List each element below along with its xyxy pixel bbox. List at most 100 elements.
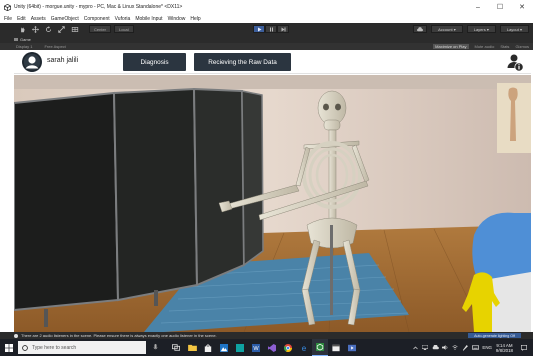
move-tool-button[interactable]	[31, 25, 40, 33]
display-dropdown[interactable]: Display 1	[16, 44, 32, 49]
move-icon	[32, 25, 39, 33]
taskbar-app-chrome[interactable]	[280, 339, 296, 356]
mute-audio-toggle[interactable]: Mute audio	[475, 44, 495, 49]
stats-toggle[interactable]: Stats	[500, 44, 509, 49]
tray-onedrive[interactable]	[430, 339, 440, 356]
layers-dropdown[interactable]: Layers ▾	[466, 25, 496, 33]
svg-text:e: e	[302, 344, 307, 352]
window-title-bar: Unity (64bit) - morgue.unity - mypro - P…	[0, 0, 533, 14]
pause-button[interactable]	[265, 25, 277, 33]
status-message: There are 2 audio listeners in the scene…	[21, 333, 217, 338]
windows-taskbar: Type here to search W e ENG 9:14 AM 9/8/…	[0, 339, 533, 356]
rect-tool-button[interactable]	[70, 25, 79, 33]
word-icon: W	[252, 343, 260, 352]
space-toggle[interactable]: Local	[114, 25, 134, 33]
folder-icon	[187, 344, 197, 351]
cloud-icon	[432, 345, 439, 350]
taskbar-app-media[interactable]	[344, 339, 360, 356]
pivot-toggle[interactable]: Center	[89, 25, 112, 33]
start-button[interactable]	[0, 339, 18, 356]
pen-icon	[462, 344, 468, 351]
unity-toolbar: Center Local Account ▾ Layers ▾ Layout ▾	[0, 23, 533, 35]
search-placeholder: Type here to search	[32, 344, 77, 351]
gizmos-dropdown[interactable]: Gizmos	[515, 44, 529, 49]
tray-pen[interactable]	[460, 339, 470, 356]
menu-assets[interactable]: Assets	[31, 16, 46, 22]
hand-icon	[21, 26, 25, 32]
teal-app-icon	[236, 343, 244, 352]
taskbar-app-word[interactable]: W	[248, 339, 264, 356]
hand-tool-button[interactable]	[18, 25, 27, 33]
pivot-label: Center	[94, 26, 107, 32]
taskbar-search-box[interactable]: Type here to search	[18, 341, 146, 354]
close-button[interactable]: ✕	[511, 0, 533, 14]
notification-icon	[521, 344, 527, 351]
svg-text:W: W	[253, 346, 259, 352]
maximize-on-play-toggle[interactable]: Maximize on Play	[433, 44, 469, 49]
taskbar-app-unity[interactable]	[312, 339, 328, 356]
menu-file[interactable]: File	[4, 16, 12, 22]
taskbar-app-explorer[interactable]	[184, 339, 200, 356]
chrome-icon	[284, 343, 292, 352]
store-bag-icon	[204, 343, 212, 352]
menu-window[interactable]: Window	[168, 16, 186, 22]
action-center-button[interactable]	[519, 339, 529, 356]
account-dropdown[interactable]: Account ▾	[431, 25, 463, 33]
username: sarah jalili	[47, 57, 79, 64]
unity-logo-icon	[4, 3, 11, 11]
taskbar-app-edge[interactable]: e	[296, 339, 312, 356]
raw-data-button[interactable]: Recieving the Raw Data	[194, 53, 291, 71]
play-button[interactable]	[253, 25, 265, 33]
clock-time: 9:14 AM	[496, 342, 513, 348]
microphone-icon	[152, 344, 158, 350]
avatar[interactable]	[22, 52, 42, 72]
menu-mobile-input[interactable]: Mobile Input	[135, 16, 162, 22]
menu-help[interactable]: Help	[190, 16, 200, 22]
account-label: Account	[438, 26, 453, 32]
task-view-icon	[172, 344, 180, 351]
auto-generate-label: Auto-generate lighting Off	[474, 333, 515, 338]
chevron-up-icon	[413, 346, 418, 349]
taskbar-app-maps[interactable]	[232, 339, 248, 356]
menu-vuforia[interactable]: Vuforia	[115, 16, 131, 22]
tray-overflow-button[interactable]	[410, 339, 420, 356]
window-app-icon	[332, 344, 340, 351]
task-view-button[interactable]	[168, 339, 184, 356]
cloud-icon	[417, 26, 424, 31]
diagnosis-button[interactable]: Diagnosis	[123, 53, 186, 71]
tray-volume[interactable]	[440, 339, 450, 356]
maximize-button[interactable]: ☐	[489, 0, 511, 14]
minimize-button[interactable]: –	[467, 0, 489, 14]
taskbar-app-store[interactable]	[200, 339, 216, 356]
collab-button[interactable]	[413, 25, 428, 33]
photos-icon	[220, 343, 228, 352]
menu-component[interactable]: Component	[84, 16, 110, 22]
taskbar-app-visual-studio[interactable]	[264, 339, 280, 356]
rect-icon	[71, 26, 78, 32]
auto-generate-lighting-indicator[interactable]: Auto-generate lighting Off	[468, 333, 521, 338]
rotate-tool-button[interactable]	[44, 25, 53, 33]
media-app-icon	[348, 344, 356, 351]
toolbar-right: Account ▾ Layers ▾ Layout ▾	[409, 25, 529, 33]
taskbar-app-photos[interactable]	[216, 339, 232, 356]
menu-edit[interactable]: Edit	[17, 16, 26, 22]
game-scene-view[interactable]	[14, 75, 531, 332]
tray-network[interactable]	[420, 339, 430, 356]
user-info-icon[interactable]	[506, 53, 524, 72]
tray-keyboard[interactable]	[470, 339, 480, 356]
microphone-button[interactable]	[150, 341, 160, 354]
console-status-bar[interactable]: There are 2 audio listeners in the scene…	[0, 332, 533, 339]
game-tab-icon	[14, 37, 18, 41]
taskbar-clock[interactable]: 9:14 AM 9/8/2018	[496, 343, 513, 353]
scale-tool-button[interactable]	[57, 25, 66, 33]
step-button[interactable]	[277, 25, 289, 33]
game-tab[interactable]: Game	[14, 37, 31, 42]
tray-wifi[interactable]	[450, 339, 460, 356]
menu-gameobject[interactable]: GameObject	[51, 16, 79, 22]
taskbar-app-window[interactable]	[328, 339, 344, 356]
layout-dropdown[interactable]: Layout ▾	[499, 25, 529, 33]
aspect-dropdown[interactable]: Free Aspect	[44, 44, 65, 49]
app-header: sarah jalili Diagnosis Recieving the Raw…	[14, 50, 531, 74]
clock-date: 9/8/2018	[495, 347, 513, 353]
input-language[interactable]: ENG	[482, 345, 492, 350]
